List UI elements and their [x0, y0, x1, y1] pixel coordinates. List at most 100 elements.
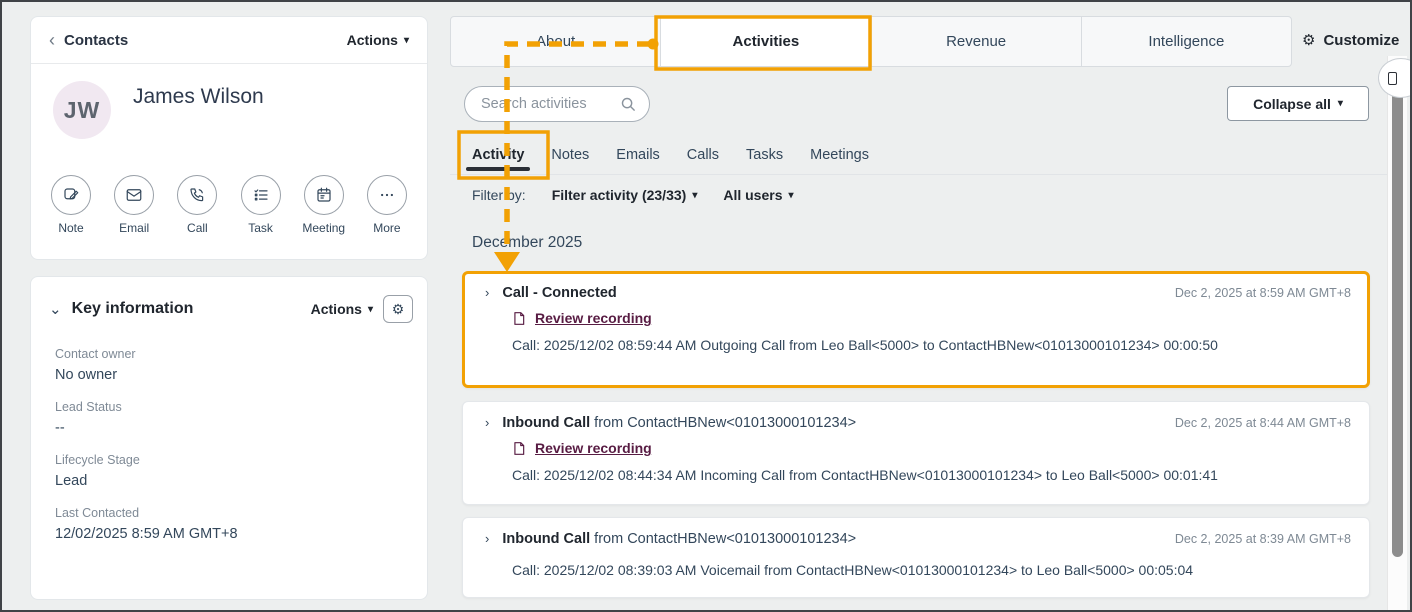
subtab-activity[interactable]: Activity — [472, 147, 524, 163]
customize-button[interactable]: ⚙ Customize — [1302, 31, 1399, 49]
field-label: Contact owner — [55, 347, 409, 361]
field-lifecycle-stage: Lifecycle Stage Lead — [55, 453, 409, 489]
filter-activity-dropdown[interactable]: Filter activity (23/33) ▾ — [552, 187, 698, 203]
collapse-all-label: Collapse all — [1253, 96, 1331, 112]
more-button[interactable]: More — [363, 175, 411, 235]
key-information-actions-button[interactable]: Actions ▾ — [311, 301, 373, 317]
meeting-label: Meeting — [302, 221, 345, 235]
field-contact-owner: Contact owner No owner — [55, 347, 409, 383]
email-label: Email — [119, 221, 149, 235]
gear-icon: ⚙ — [1302, 31, 1315, 49]
call-log-text: Call: 2025/12/02 08:39:03 AM Voicemail f… — [512, 562, 1351, 578]
contact-name: James Wilson — [133, 85, 264, 109]
subtab-calls[interactable]: Calls — [687, 147, 719, 163]
all-users-dropdown[interactable]: All users ▾ — [723, 187, 793, 203]
review-recording-link[interactable]: Review recording — [535, 440, 652, 456]
activity-title-detail: from ContactHBNew<01013000101234> — [590, 531, 856, 547]
field-label: Last Contacted — [55, 506, 409, 520]
expand-chevron-icon[interactable]: › — [485, 415, 489, 430]
caret-down-icon: ▾ — [692, 190, 697, 201]
subtab-notes[interactable]: Notes — [551, 147, 589, 163]
collapse-section-chevron-icon[interactable]: ⌄ — [49, 300, 62, 318]
meeting-button[interactable]: Meeting — [300, 175, 348, 235]
contact-summary-card: ‹ Contacts Actions ▾ JW James Wilson Not… — [30, 16, 428, 260]
field-last-contacted: Last Contacted 12/02/2025 8:59 AM GMT+8 — [55, 506, 409, 542]
field-value: 12/02/2025 8:59 AM GMT+8 — [55, 526, 409, 542]
tab-revenue[interactable]: Revenue — [872, 17, 1082, 66]
avatar: JW — [53, 81, 111, 139]
note-label: Note — [58, 221, 83, 235]
key-information-header: ⌄ Key information Actions ▾ ⚙ — [31, 277, 427, 323]
annotation-arrowhead — [494, 252, 520, 272]
call-log-text: Call: 2025/12/02 08:44:34 AM Incoming Ca… — [512, 467, 1351, 483]
note-icon — [51, 175, 91, 215]
call-label: Call — [187, 221, 208, 235]
task-list-icon — [241, 175, 281, 215]
crm-contact-record-screen: ‹ Contacts Actions ▾ JW James Wilson Not… — [0, 0, 1412, 612]
task-label: Task — [248, 221, 273, 235]
record-tabs: About Activities Revenue Intelligence — [450, 16, 1292, 67]
key-information-settings-button[interactable]: ⚙ — [383, 295, 413, 323]
subtab-meetings[interactable]: Meetings — [810, 147, 869, 163]
collapse-all-button[interactable]: Collapse all ▾ — [1227, 86, 1369, 121]
field-label: Lead Status — [55, 400, 409, 414]
activity-card-inbound-call-2: › Inbound Call from ContactHBNew<0101300… — [462, 517, 1370, 598]
activity-title[interactable]: Inbound Call — [502, 531, 590, 547]
recording-file-icon — [512, 441, 526, 456]
search-activities-box — [464, 86, 650, 122]
activity-timestamp: Dec 2, 2025 at 8:44 AM GMT+8 — [1175, 416, 1351, 430]
meeting-calendar-icon — [304, 175, 344, 215]
expand-chevron-icon[interactable]: › — [485, 531, 489, 546]
vertical-scrollbar-thumb[interactable] — [1392, 80, 1403, 557]
tab-activities[interactable]: Activities — [661, 17, 871, 66]
key-information-fields: Contact owner No owner Lead Status -- Li… — [31, 323, 427, 542]
email-icon — [114, 175, 154, 215]
call-button[interactable]: Call — [173, 175, 221, 235]
quick-actions-row: Note Email Call Task — [31, 175, 427, 235]
month-header: December 2025 — [472, 234, 582, 252]
breadcrumb[interactable]: Contacts — [64, 32, 128, 49]
search-activities-input[interactable] — [481, 96, 614, 112]
key-information-actions-label: Actions — [311, 301, 362, 317]
activity-title[interactable]: Inbound Call — [502, 415, 590, 431]
back-chevron-icon[interactable]: ‹ — [49, 31, 55, 49]
gear-icon: ⚙ — [392, 301, 405, 318]
more-label: More — [373, 221, 400, 235]
subtabs-divider — [450, 174, 1392, 175]
all-users-label: All users — [723, 187, 782, 203]
field-value: No owner — [55, 367, 409, 383]
activity-card-inbound-call-1: › Inbound Call from ContactHBNew<0101300… — [462, 401, 1370, 505]
review-recording-link[interactable]: Review recording — [535, 310, 652, 326]
search-icon — [620, 96, 637, 113]
tab-intelligence[interactable]: Intelligence — [1082, 17, 1291, 66]
activity-timestamp: Dec 2, 2025 at 8:39 AM GMT+8 — [1175, 532, 1351, 546]
caret-down-icon: ▾ — [788, 190, 793, 201]
activity-card-call-connected: › Call - Connected Dec 2, 2025 at 8:59 A… — [462, 271, 1370, 388]
activity-title-detail: from ContactHBNew<01013000101234> — [590, 415, 856, 431]
note-button[interactable]: Note — [47, 175, 95, 235]
contact-actions-button[interactable]: Actions ▾ — [347, 32, 409, 48]
subtab-emails[interactable]: Emails — [616, 147, 660, 163]
caret-down-icon: ▾ — [404, 35, 409, 46]
subtab-tasks[interactable]: Tasks — [746, 147, 783, 163]
activity-timestamp: Dec 2, 2025 at 8:59 AM GMT+8 — [1175, 286, 1351, 300]
recording-file-icon — [512, 311, 526, 326]
tab-about[interactable]: About — [451, 17, 661, 66]
key-information-card: ⌄ Key information Actions ▾ ⚙ Contact ow… — [30, 276, 428, 600]
filter-activity-label: Filter activity (23/33) — [552, 187, 687, 203]
caret-down-icon: ▾ — [368, 304, 373, 315]
email-button[interactable]: Email — [110, 175, 158, 235]
field-lead-status: Lead Status -- — [55, 400, 409, 436]
floating-widget-button[interactable] — [1378, 58, 1412, 98]
call-icon — [177, 175, 217, 215]
filter-by-label: Filter by: — [472, 187, 526, 203]
field-label: Lifecycle Stage — [55, 453, 409, 467]
activity-title[interactable]: Call - Connected — [502, 285, 616, 301]
caret-down-icon: ▾ — [1338, 98, 1343, 109]
widget-icon — [1388, 72, 1397, 85]
customize-label: Customize — [1323, 32, 1399, 49]
filter-row: Filter by: Filter activity (23/33) ▾ All… — [472, 187, 794, 203]
call-log-text: Call: 2025/12/02 08:59:44 AM Outgoing Ca… — [512, 337, 1351, 353]
expand-chevron-icon[interactable]: › — [485, 285, 489, 300]
task-button[interactable]: Task — [237, 175, 285, 235]
